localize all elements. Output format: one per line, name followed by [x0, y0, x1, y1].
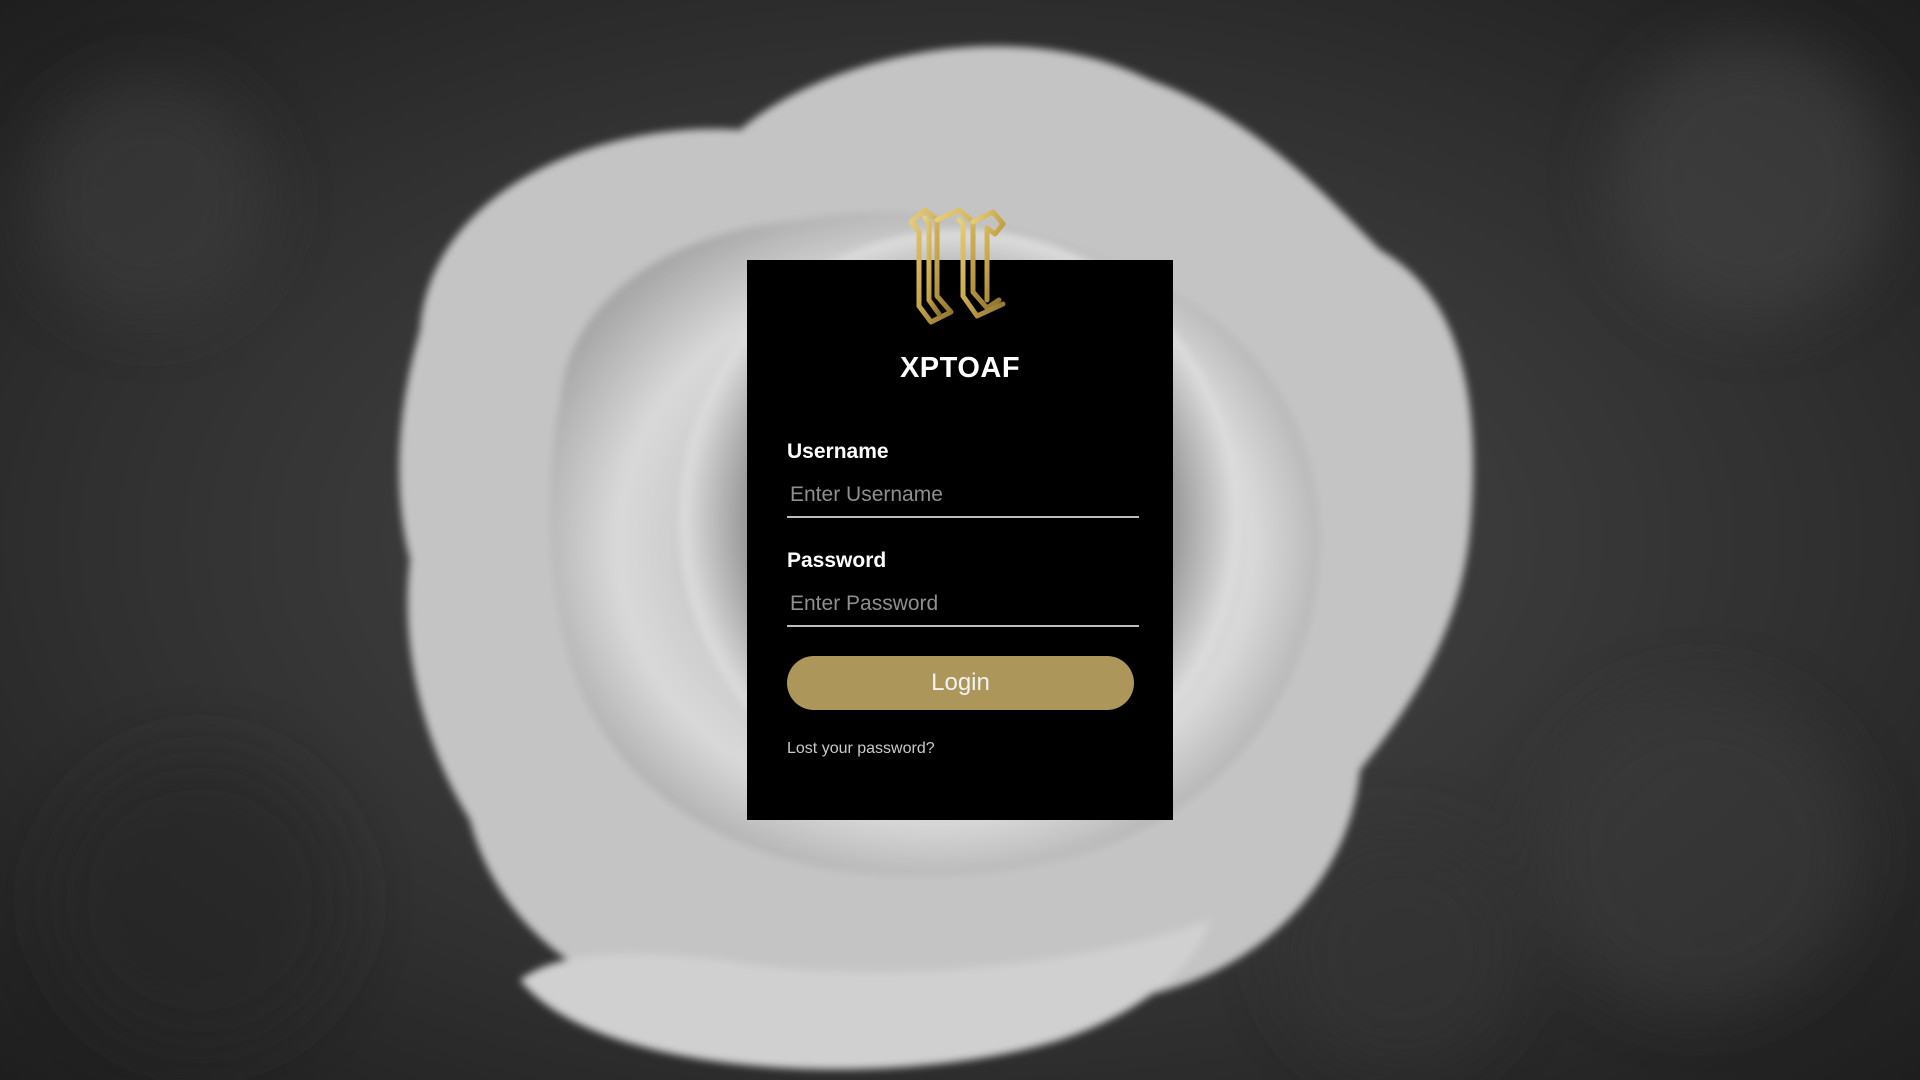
- login-page: XPTOAF Username Password Login Lost your…: [0, 0, 1920, 1080]
- lost-password-link[interactable]: Lost your password?: [787, 740, 935, 758]
- password-input[interactable]: [787, 583, 1139, 627]
- username-input[interactable]: [787, 474, 1139, 518]
- password-label: Password: [787, 549, 887, 572]
- login-card: [747, 260, 1173, 820]
- brand-name: XPTOAF: [899, 352, 1021, 384]
- gothic-letter-logo-icon: [908, 207, 1006, 325]
- login-button[interactable]: Login: [787, 656, 1134, 710]
- username-label: Username: [787, 440, 889, 463]
